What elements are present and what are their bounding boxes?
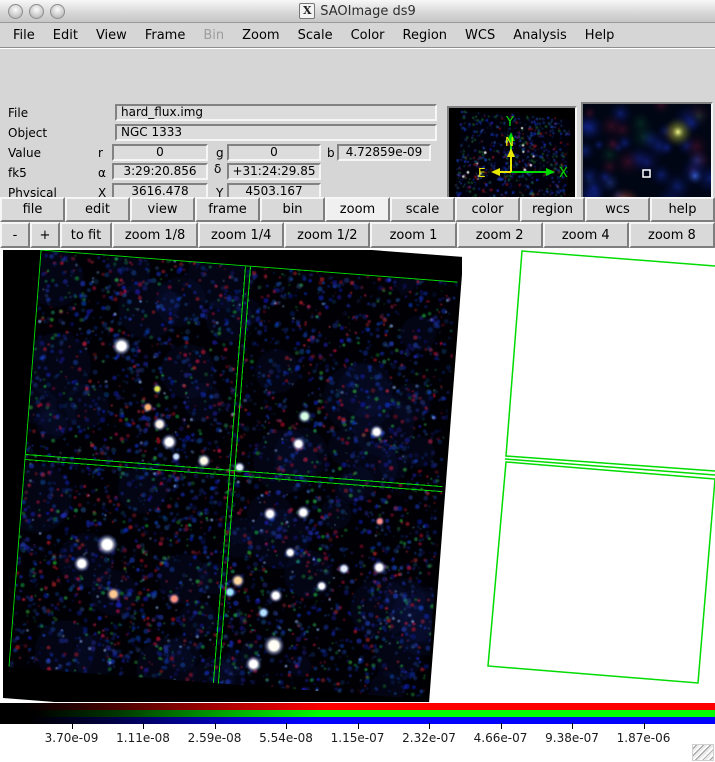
colorbar-tick-label: 4.66e-07	[473, 731, 528, 745]
frame1-image-canvas[interactable]	[3, 250, 462, 702]
fk5-label: fk5	[8, 166, 27, 180]
colorbar-tick	[500, 723, 502, 729]
to-fit-button[interactable]: to fit	[60, 222, 112, 248]
zoom-1-8-button[interactable]: zoom 1/8	[112, 222, 199, 248]
tab-zoom[interactable]: zoom	[325, 197, 390, 222]
zoom-1-4-button[interactable]: zoom 1/4	[198, 222, 285, 248]
toolbar-zoom-actions: - + to fit zoom 1/8 zoom 1/4 zoom 1/2 zoom 1 zo…	[0, 222, 715, 248]
starfield-image	[8, 250, 459, 700]
colorbar-tick	[286, 723, 287, 729]
frame2-region-outlines	[487, 250, 715, 684]
value-label: Value	[8, 146, 41, 160]
colorbar-red-band	[0, 703, 715, 710]
zoom-1-button[interactable]: zoom 1	[370, 222, 457, 248]
tab-file[interactable]: file	[0, 197, 65, 222]
zoom-4-button[interactable]: zoom 4	[542, 222, 629, 248]
colorbar-tick	[71, 723, 73, 729]
value-g-field[interactable]: 0	[227, 144, 321, 161]
zoom-out-button[interactable]: -	[0, 222, 30, 248]
fk5-delta-key: δ	[214, 162, 222, 176]
colorbar-tick-label: 9.38e-07	[545, 731, 599, 745]
toolbar-categories: file edit view frame bin zoom scale color region…	[0, 197, 715, 222]
tab-color[interactable]: color	[455, 197, 520, 222]
zoom-2-button[interactable]: zoom 2	[456, 222, 543, 248]
file-value-field[interactable]: hard_flux.img	[115, 104, 437, 121]
fk5-dec-field[interactable]: +31:24:29.85	[227, 163, 321, 180]
colorbar-tick	[143, 723, 144, 729]
value-r-key: r	[98, 146, 103, 160]
resize-grip[interactable]	[692, 744, 714, 761]
menu-bar: File Edit View Frame Bin Zoom Scale Color Region…	[0, 23, 715, 48]
colorbar-tick-label: 3.70e-09	[44, 731, 99, 745]
compass-north-label: N	[505, 135, 514, 149]
colorbar-tick	[643, 723, 645, 729]
zoom-in-button[interactable]: +	[30, 222, 60, 248]
frame2-canvas[interactable]	[462, 250, 715, 702]
colorbar-tick	[429, 723, 430, 729]
menu-scale[interactable]: Scale	[289, 28, 342, 43]
tab-bin[interactable]: bin	[260, 197, 325, 222]
colorbar-tick	[357, 723, 359, 729]
menu-file[interactable]: File	[4, 28, 44, 43]
tab-edit[interactable]: edit	[65, 197, 130, 222]
colorbar-tick-label: 2.59e-08	[187, 731, 242, 745]
compass-east-label: E	[478, 166, 486, 180]
fk5-ra-field[interactable]: 3:29:20.856	[112, 163, 208, 180]
compass-x-label: X	[559, 166, 568, 181]
colorbar-tick	[214, 723, 216, 729]
zoom-1-2-button[interactable]: zoom 1/2	[284, 222, 371, 248]
value-r-field[interactable]: 0	[112, 144, 208, 161]
colorbar-green-band	[0, 710, 715, 717]
value-g-key: g	[216, 146, 224, 160]
display-area	[0, 248, 715, 703]
value-b-key: b	[327, 146, 335, 160]
colorbar-tick-label: 1.15e-07	[330, 731, 385, 745]
colorbar-tick-label: 5.54e-08	[259, 731, 313, 745]
x11-app-icon: X	[299, 3, 316, 19]
menu-analysis[interactable]: Analysis	[504, 28, 576, 43]
menu-bin: Bin	[203, 27, 225, 43]
menu-frame[interactable]: Frame	[136, 28, 195, 43]
title-bar: X SAOImage ds9	[0, 0, 715, 23]
value-b-field[interactable]: 4.72859e-09	[337, 144, 431, 161]
compass-y-label: Y	[505, 115, 514, 130]
tab-wcs[interactable]: wcs	[585, 197, 650, 222]
menu-edit[interactable]: Edit	[44, 28, 87, 43]
zoom-8-button[interactable]: zoom 8	[628, 222, 715, 248]
colorbar-tick-label: 1.11e-08	[116, 731, 170, 745]
menu-view[interactable]: View	[87, 28, 136, 43]
menu-zoom[interactable]: Zoom	[233, 28, 288, 43]
colorbar-tick	[572, 723, 573, 729]
colorbar-tick-label: 1.87e-06	[616, 731, 671, 745]
colorbar-tick-label: 2.32e-07	[402, 731, 456, 745]
tab-view[interactable]: view	[130, 197, 195, 222]
window-title: SAOImage ds9	[320, 3, 416, 19]
tab-help[interactable]: help	[650, 197, 715, 222]
tab-frame[interactable]: frame	[195, 197, 260, 222]
object-label: Object	[8, 126, 48, 140]
tab-region[interactable]: region	[520, 197, 585, 222]
colorbar[interactable]	[0, 703, 715, 724]
file-label: File	[8, 106, 29, 120]
menu-help[interactable]: Help	[576, 28, 624, 43]
menu-color[interactable]: Color	[342, 28, 394, 43]
menu-wcs[interactable]: WCS	[456, 28, 504, 43]
menu-region[interactable]: Region	[394, 28, 457, 43]
object-value-field[interactable]: NGC 1333	[115, 124, 437, 141]
fk5-alpha-key: α	[98, 166, 106, 180]
tab-scale[interactable]: scale	[390, 197, 455, 222]
